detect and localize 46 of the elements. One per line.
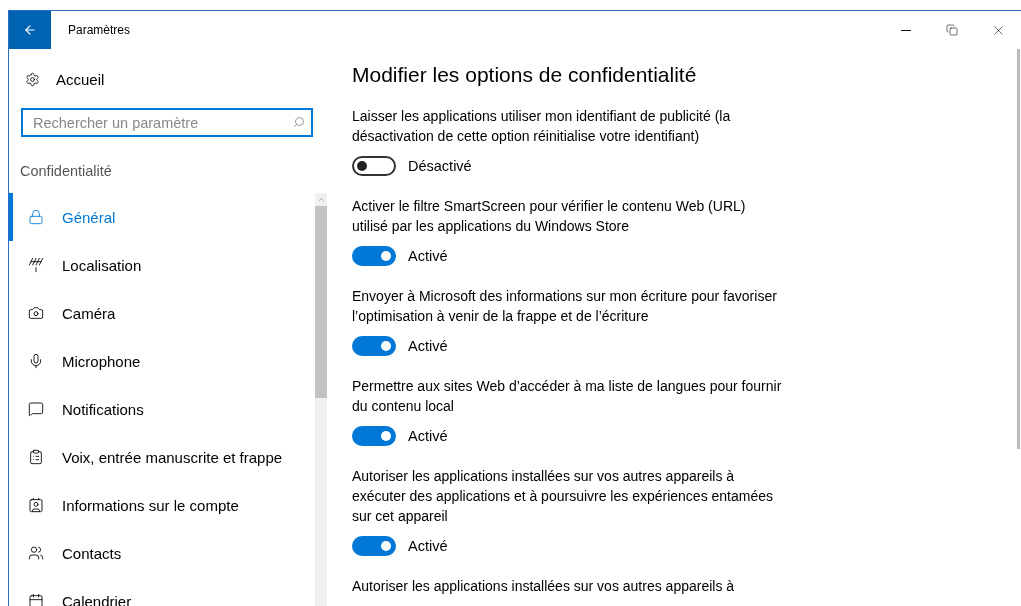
scrollbar[interactable]: [315, 193, 327, 606]
restore-icon: [946, 24, 958, 36]
toggle-switch[interactable]: [352, 336, 396, 356]
people-icon: [28, 545, 44, 561]
nav-item[interactable]: Notifications: [9, 385, 315, 433]
search-field[interactable]: Rechercher un paramètre: [21, 108, 313, 137]
nav-item[interactable]: Contacts: [9, 529, 315, 577]
page-heading: Modifier les options de confidentialité: [352, 63, 698, 87]
toggle-state-label: Activé: [408, 538, 448, 554]
setting-description: Permettre aux sites Web d’accéder à ma liste de langues pour fournir du contenu local: [352, 377, 782, 416]
nav-item[interactable]: Caméra: [9, 289, 315, 337]
calendar-icon: [28, 593, 44, 606]
antenna-icon: [28, 257, 44, 273]
microphone-icon: [28, 353, 44, 369]
setting-description: Envoyer à Microsoft des informations sur mon écriture pour favoriser l’optimisation à venir de la frappe et de l’écriture: [352, 287, 778, 326]
toggle-state-label: Activé: [408, 248, 448, 264]
nav-item[interactable]: Microphone: [9, 337, 315, 385]
back-button[interactable]: [9, 11, 51, 49]
lock-icon: [28, 209, 44, 225]
setting-description: Activer le filtre SmartScreen pour vérifier le contenu Web (URL) utilisé par les applications du Windows Store: [352, 197, 747, 236]
window-title: Paramètres: [68, 23, 132, 37]
speech-bubble-icon: [28, 401, 44, 417]
section-title: Confidentialité: [20, 163, 113, 179]
search-icon: [293, 116, 305, 128]
home-link[interactable]: Accueil: [56, 70, 105, 88]
toggle-switch[interactable]: [352, 536, 396, 556]
toggle-state-label: Activé: [408, 338, 448, 354]
camera-icon: [28, 305, 44, 321]
setting-description: Autoriser les applications installées sur vos autres appareils à: [352, 577, 736, 596]
settings-icon: [25, 71, 40, 87]
nav-item[interactable]: Calendrier: [9, 577, 315, 606]
contact-card-icon: [28, 497, 44, 513]
minimize-icon: [901, 29, 911, 31]
nav-item[interactable]: Voix, entrée manuscrite et frappe: [9, 433, 315, 481]
scroll-up-icon[interactable]: [316, 195, 326, 204]
setting-description: Laisser les applications utiliser mon identifiant de publicité (la désactivation de cette option réinitialise votre identifiant): [352, 107, 732, 146]
scrollbar[interactable]: [1017, 49, 1020, 449]
toggle-switch[interactable]: [352, 246, 396, 266]
toggle-state-label: Désactivé: [408, 158, 472, 174]
toggle-state-label: Activé: [408, 428, 448, 444]
toggle-switch[interactable]: [352, 426, 396, 446]
nav-item[interactable]: Informations sur le compte: [9, 481, 315, 529]
toggle-switch[interactable]: [352, 156, 396, 176]
setting-description: Autoriser les applications installées sur vos autres appareils à exécuter des applications et à poursuivre les expériences entamées sur cet appareil: [352, 467, 775, 526]
clipboard-icon: [28, 449, 44, 465]
nav-item[interactable]: Localisation: [9, 241, 315, 289]
